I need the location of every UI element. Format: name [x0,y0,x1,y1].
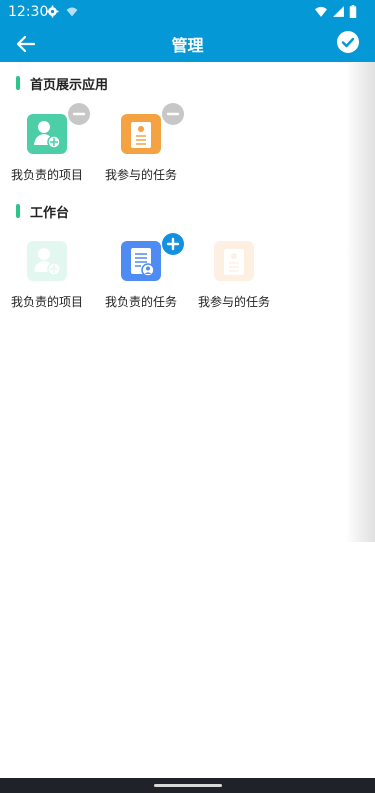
edge-shadow [345,62,375,542]
section-accent-bar [16,204,20,218]
plus-icon [166,237,180,251]
app-tile-my-projects[interactable]: 我负责的项目 [7,103,90,186]
task-participate-icon [214,241,254,281]
wifi-icon [66,7,78,17]
status-time: 12:30 [8,4,49,20]
settings-icon [46,5,59,18]
app-bar: 管理 [0,25,375,62]
page-title: 管理 [171,36,204,55]
app-tile-my-projects[interactable]: 我负责的项目 [7,241,87,313]
battery-icon [349,5,357,18]
minus-icon [72,112,86,116]
task-participate-icon [121,114,161,154]
add-button[interactable] [162,233,184,255]
remove-button[interactable] [68,103,90,125]
confirm-button[interactable] [337,31,359,53]
signal-icon [333,6,344,17]
app-label: 我负责的任务 [104,295,177,309]
app-label: 我参与的任务 [104,168,177,182]
project-icon [27,114,67,154]
app-label: 我参与的任务 [197,295,270,309]
app-label: 我负责的项目 [10,168,83,182]
wifi-icon [315,6,327,17]
remove-button[interactable] [162,103,184,125]
section-header-workbench: 工作台 [16,202,70,221]
task-responsible-icon [121,241,161,281]
status-bar: 12:30 [0,0,375,25]
app-tile-responsible-tasks[interactable]: 我负责的任务 [101,233,184,313]
section-header-home-apps: 首页展示应用 [16,74,109,93]
home-indicator[interactable] [154,784,222,787]
app-tile-participated-tasks[interactable]: 我参与的任务 [101,103,184,186]
minus-icon [166,112,180,116]
app-label: 我负责的项目 [10,295,83,309]
app-tile-participated-tasks[interactable]: 我参与的任务 [194,241,274,313]
section-accent-bar [16,76,20,90]
section-title: 首页展示应用 [30,77,109,93]
section-title: 工作台 [30,205,70,221]
project-icon [27,241,67,281]
navigation-bar [0,778,375,793]
check-circle-icon [341,37,355,48]
